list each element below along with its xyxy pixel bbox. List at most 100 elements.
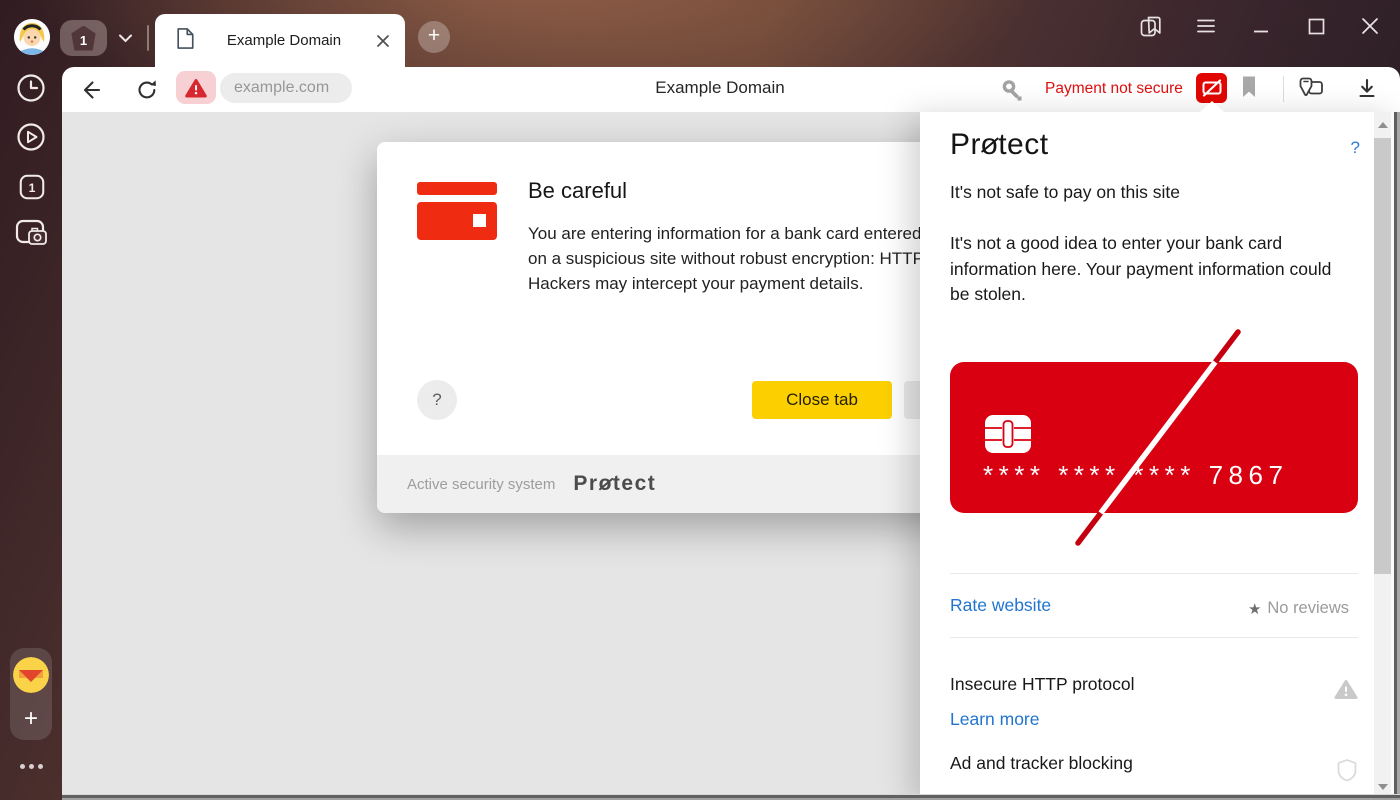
dialog-title: Be careful (528, 178, 627, 204)
reload-button[interactable] (134, 77, 160, 108)
url-text: example.com (234, 79, 329, 96)
window-bottom-edge (62, 794, 1400, 800)
dot-icon (29, 764, 34, 769)
hamburger-icon (1197, 19, 1215, 33)
panel-divider (950, 637, 1358, 638)
side-panels-icon (1138, 13, 1165, 40)
tab-example-domain[interactable]: Example Domain (155, 14, 405, 67)
maximize-icon (1308, 18, 1325, 35)
close-tab-button[interactable]: Close tab (752, 381, 892, 419)
toolbar-divider (1283, 76, 1284, 102)
minimize-button[interactable] (1247, 12, 1275, 40)
close-icon (376, 34, 390, 48)
shield-icon (1336, 758, 1358, 783)
collections-tag-icon (1296, 74, 1326, 102)
dialog-text-line: Hackers may intercept your payment detai… (528, 274, 863, 294)
collections-button[interactable] (1296, 74, 1326, 107)
sidebar-more-button[interactable] (10, 764, 52, 769)
sidebar-tab-count: 1 (29, 181, 36, 195)
blocked-card-graphic: **** **** **** 7867 (950, 362, 1358, 513)
payment-not-secure-label[interactable]: Payment not secure (1045, 80, 1183, 98)
learn-more-link[interactable]: Learn more (950, 709, 1040, 730)
tabstrip-divider (147, 25, 149, 51)
tab-group-count-badge: 1 (70, 26, 97, 51)
triangle-down-icon (1378, 784, 1388, 790)
downloads-button[interactable] (1354, 76, 1380, 107)
reviews-summary: ★ No reviews (1248, 599, 1349, 618)
sidebar-item-history[interactable] (15, 72, 47, 109)
panel-notch (1200, 101, 1224, 112)
back-button[interactable] (78, 77, 104, 108)
sidebar-item-media[interactable] (15, 121, 47, 158)
bookmark-button[interactable] (1240, 75, 1258, 104)
panel-help-link[interactable]: ? (1351, 138, 1360, 158)
crossed-card-icon (1202, 79, 1222, 97)
yandex-mail-icon (13, 657, 49, 693)
bank-card-icon (417, 182, 497, 240)
card-number: **** **** **** 7867 (983, 460, 1288, 491)
panel-body-text: It's not a good idea to enter your bank … (950, 231, 1332, 308)
tab-counter-icon: 1 (17, 172, 47, 202)
menu-button[interactable] (1192, 12, 1220, 40)
rate-website-link[interactable]: Rate website (950, 595, 1051, 616)
tab-title: Example Domain (195, 32, 373, 49)
omnibox-page-title[interactable]: Example Domain (570, 78, 870, 98)
close-icon (1361, 17, 1379, 35)
site-warning-badge[interactable] (176, 71, 216, 104)
dialog-text-line: You are entering information for a bank … (528, 224, 921, 244)
panel-divider (950, 573, 1358, 574)
no-reviews-label: No reviews (1267, 599, 1349, 618)
protect-panel: Protect ? It's not safe to pay on this s… (920, 112, 1400, 800)
chevron-down-icon (118, 33, 133, 44)
warning-triangle-icon (1334, 679, 1358, 700)
screenshot-camera-icon (13, 217, 49, 249)
sidebar-item-screenshot[interactable] (13, 217, 49, 254)
sidebar-item-tabs[interactable]: 1 (17, 172, 47, 207)
protect-logo: Protect (573, 472, 656, 496)
active-security-label: Active security system (407, 476, 555, 493)
side-panels-button[interactable] (1137, 12, 1165, 40)
protect-panel-logo: Protect (950, 128, 1049, 162)
new-tab-button[interactable]: + (418, 21, 450, 53)
panel-headline: It's not safe to pay on this site (950, 182, 1180, 203)
triangle-up-icon (1378, 122, 1388, 128)
ad-tracker-blocking-label: Ad and tracker blocking (950, 753, 1133, 774)
tab-group-chevron-button[interactable] (110, 24, 140, 52)
history-clock-icon (15, 72, 47, 104)
maximize-button[interactable] (1302, 12, 1330, 40)
tab-group-button[interactable]: 1 (60, 20, 107, 56)
scrollbar-thumb[interactable] (1374, 138, 1391, 574)
reload-icon (134, 77, 160, 103)
password-manager-button[interactable] (1000, 77, 1026, 108)
dialog-help-button[interactable]: ? (417, 380, 457, 420)
download-icon (1354, 76, 1380, 102)
warning-triangle-icon (185, 78, 207, 98)
window-close-button[interactable] (1356, 12, 1384, 40)
dot-icon (20, 764, 25, 769)
window-right-edge (1391, 112, 1400, 800)
address-bar[interactable]: example.com (220, 73, 352, 103)
key-icon (1000, 77, 1026, 103)
back-arrow-icon (78, 77, 104, 103)
minimize-icon (1253, 18, 1269, 34)
protect-payment-badge[interactable] (1196, 73, 1227, 103)
browser-window: 1 Example Domain + (0, 0, 1400, 800)
play-icon (15, 121, 47, 153)
dialog-text-line: on a suspicious site without robust encr… (528, 249, 924, 269)
sidebar-apps-container: + (10, 648, 52, 740)
dot-icon (38, 764, 43, 769)
be-careful-dialog: Be careful You are entering information … (377, 142, 999, 513)
star-icon: ★ (1248, 600, 1261, 618)
card-chip-icon (985, 415, 1031, 453)
page-document-icon (175, 26, 195, 56)
add-app-button[interactable]: + (10, 704, 52, 736)
dialog-footer: Active security system Protect (377, 455, 999, 513)
panel-scrollbar[interactable] (1374, 112, 1391, 800)
profile-avatar[interactable] (14, 19, 50, 55)
tab-close-button[interactable] (373, 31, 393, 51)
avatar-girl-icon (14, 19, 50, 55)
scroll-up-button[interactable] (1374, 112, 1391, 138)
bookmark-icon (1240, 75, 1258, 99)
mail-app-button[interactable] (13, 657, 49, 693)
insecure-http-label: Insecure HTTP protocol (950, 674, 1134, 695)
